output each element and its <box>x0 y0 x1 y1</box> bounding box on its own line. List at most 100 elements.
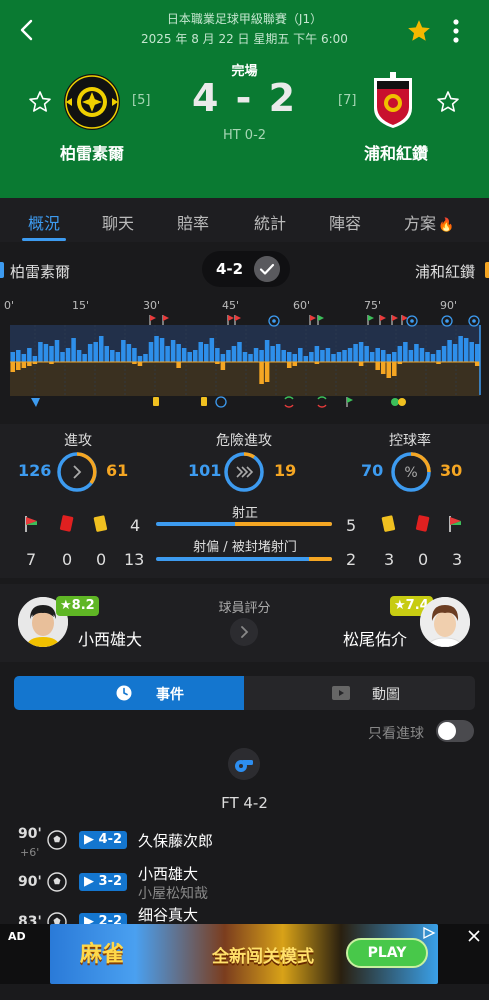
chevron-right-icon[interactable] <box>230 618 258 646</box>
event-scorer[interactable]: 细谷真大 <box>138 904 198 925</box>
momentum-bar-home <box>436 350 441 362</box>
ad-title-left: 麻雀 <box>80 942 125 967</box>
momentum-bar-home <box>286 352 292 362</box>
momentum-bar-home <box>364 346 369 362</box>
momentum-bar-home <box>60 352 65 362</box>
tab-plans[interactable]: 方案 🔥 <box>404 210 454 234</box>
minute-tick-label: 60' <box>293 299 310 312</box>
home-color-marker <box>0 262 4 278</box>
minute-tick-label: 45' <box>222 299 239 312</box>
momentum-bar-home <box>430 354 436 362</box>
possession-away-value: 30 <box>440 461 463 480</box>
momentum-bar-away <box>264 362 270 382</box>
momentum-bar-home <box>65 348 71 362</box>
tab-odds[interactable]: 賠率 <box>177 210 209 234</box>
corner-flag-icon <box>150 315 156 321</box>
away-player-name[interactable]: 松尾佑介 <box>343 626 407 650</box>
momentum-bar-home <box>309 352 314 362</box>
yellow-card-icon <box>153 397 159 406</box>
momentum-bar-home <box>397 346 403 362</box>
momentum-bar-home <box>281 350 286 362</box>
timeline-score-pill[interactable]: 4-2 <box>202 251 290 287</box>
momentum-bar-home <box>458 336 463 362</box>
match-stats: 進攻 危險進攻 控球率 126 61 101 19 70 % 30 4 射正 5 <box>0 424 489 578</box>
ad-banner[interactable]: 麻雀 全新闯关模式 PLAY <box>50 924 438 984</box>
close-icon[interactable] <box>466 928 482 944</box>
match-timeline: 柏雷素爾 4-2 浦和紅鑽 0' 15' 30' 45' 60' 75' 90' <box>0 242 489 420</box>
only-goals-toggle[interactable] <box>436 720 474 742</box>
momentum-bar-home <box>253 348 259 362</box>
momentum-bar-home <box>115 352 121 362</box>
soccer-ball-icon <box>47 872 67 892</box>
ad-play-button[interactable]: PLAY <box>346 938 428 968</box>
momentum-bar-home <box>325 348 331 362</box>
ad-banner-area: AD 麻雀 全新闯关模式 PLAY <box>0 924 489 984</box>
tab-overview[interactable]: 概況 <box>28 210 60 234</box>
tab-chat[interactable]: 聊天 <box>102 210 134 234</box>
soccer-ball-icon <box>472 319 476 323</box>
momentum-bar-home <box>298 348 303 362</box>
event-scorer[interactable]: 久保藤次郎 <box>138 830 213 851</box>
event-assist[interactable]: 小屋松知哉 <box>138 883 208 903</box>
momentum-bar-home <box>264 340 270 362</box>
corner-flag-icon <box>310 315 316 321</box>
momentum-bar-home <box>347 348 353 362</box>
event-scorer[interactable]: 小西雄大 <box>138 863 198 884</box>
momentum-bar-home <box>259 350 264 362</box>
event-score-badge[interactable]: ▶ 4-2 <box>79 831 128 849</box>
favorite-star-icon[interactable] <box>406 18 432 44</box>
ad-info-icon[interactable] <box>422 926 436 940</box>
momentum-bar-home <box>10 352 16 362</box>
home-player-name[interactable]: 小西雄大 <box>78 626 142 650</box>
event-score-badge[interactable]: ▶ 3-2 <box>79 873 128 891</box>
momentum-bar-home <box>43 344 49 362</box>
only-goals-label: 只看進球 <box>368 726 424 742</box>
away-favorite-star-icon[interactable] <box>436 90 460 114</box>
corner-flag-icon <box>235 315 241 321</box>
ad-title-mid: 全新闯关模式 <box>212 947 314 967</box>
possession-label: 控球率 <box>389 433 431 449</box>
momentum-bar-home <box>87 344 93 362</box>
off-target-bar-away <box>309 557 332 561</box>
momentum-bar-home <box>143 354 148 362</box>
momentum-bar-away <box>16 362 21 370</box>
dangerous-attack-label: 危險進攻 <box>216 433 272 449</box>
corner-flag-icon <box>368 315 374 321</box>
momentum-bar-home <box>198 342 204 362</box>
timeline-band-away <box>10 362 480 396</box>
event-extra-time: +6' <box>20 846 40 859</box>
yellow-card-icon <box>93 515 108 532</box>
events-panel: 事件 動圖 只看進球 FT 4-2 90' +6' ▶ 4-2 久保藤次郎 90… <box>0 668 489 932</box>
yellow-card-icon <box>201 397 207 406</box>
bottom-bar <box>0 984 489 1000</box>
away-team-logo[interactable] <box>370 70 416 130</box>
substitution-icon <box>284 404 294 408</box>
away-player-avatar[interactable] <box>420 597 470 647</box>
tab-stats[interactable]: 統計 <box>254 210 286 234</box>
away-team-name[interactable]: 浦和紅鑽 <box>356 140 436 164</box>
timeline-home-name: 柏雷素爾 <box>10 263 71 281</box>
off-target-bar <box>156 557 332 561</box>
momentum-bar-home <box>358 342 364 362</box>
on-target-away-value: 5 <box>346 516 357 535</box>
corner-flag-icon <box>392 315 398 321</box>
more-menu-icon[interactable] <box>446 18 466 44</box>
possession-home-value: 70 <box>361 461 384 480</box>
momentum-bar-home <box>121 340 126 362</box>
momentum-bar-home <box>209 338 215 362</box>
home-team-name[interactable]: 柏雷素爾 <box>52 140 132 164</box>
momentum-bar-home <box>386 354 392 362</box>
momentum-bar-home <box>474 344 480 362</box>
momentum-bar-home <box>331 354 336 362</box>
momentum-bar-home <box>353 344 358 362</box>
animation-tab-label[interactable]: 動圖 <box>372 684 400 704</box>
momentum-bar-home <box>16 350 21 362</box>
swap-icon <box>31 398 40 407</box>
momentum-chart[interactable]: 0' 15' 30' 45' 60' 75' 90' <box>0 295 489 417</box>
player-ratings: ★8.2 小西雄大 球員評分 松尾佑介 ★7.4 <box>0 584 489 662</box>
momentum-bar-home <box>148 342 154 362</box>
tab-lineup[interactable]: 陣容 <box>329 210 361 234</box>
momentum-bar-home <box>32 356 38 362</box>
soccer-ball-icon <box>47 830 67 850</box>
momentum-bar-home <box>226 350 231 362</box>
